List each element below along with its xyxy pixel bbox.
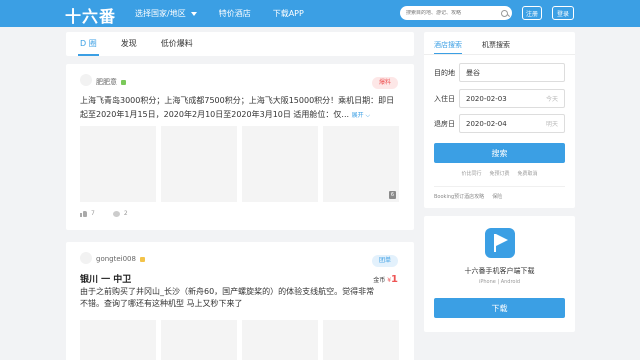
post-author[interactable]: gongtei008 — [96, 255, 145, 263]
avatar[interactable] — [80, 252, 92, 264]
post-title[interactable]: 银川 一 中卫 — [80, 272, 131, 285]
post-author-name: 肥肥意 — [96, 78, 117, 86]
thumbs-up-icon[interactable] — [80, 210, 87, 217]
register-button[interactable]: 注册 — [522, 6, 542, 20]
post-author[interactable]: 肥肥意 — [96, 77, 126, 87]
hotel-guide-links: Booking预订酒店攻略 保险 — [434, 193, 502, 200]
expand-link[interactable]: 展开 ⌵ — [352, 112, 370, 119]
post-images: 6 — [80, 126, 399, 202]
tab-flight-search[interactable]: 机票搜索 — [482, 36, 510, 54]
checkout-day: 明天 — [545, 121, 558, 128]
site-logo[interactable]: 十六番 — [65, 3, 116, 27]
main-nav: 选择国家/地区 特价酒店 下载APP — [135, 8, 326, 19]
expand-label: 展开 — [351, 112, 364, 119]
post-image[interactable] — [161, 126, 237, 202]
checkout-label: 退房日 — [434, 119, 455, 128]
search-box — [400, 6, 512, 20]
image-count-badge: 6 — [388, 191, 396, 199]
post-image[interactable]: 6 — [323, 126, 399, 202]
post-image[interactable] — [323, 320, 399, 360]
post-text[interactable]: 由于之前购买了井冈山_长沙（新舟60，国产螺旋桨的）的体验支线航空。觉得非常不错… — [80, 286, 380, 310]
post-badge: 团单 — [371, 255, 398, 267]
nav-special-hotels[interactable]: 特价酒店 — [219, 8, 251, 19]
post-content[interactable]: 上海飞青岛3000积分；上海飞成都7500积分；上海飞大阪15000积分！乘机日… — [80, 94, 402, 123]
nav-select-region[interactable]: 选择国家/地区 — [135, 8, 197, 19]
post-image[interactable] — [80, 126, 156, 202]
app-flag-icon — [485, 228, 515, 258]
nav-download-app[interactable]: 下载APP — [273, 8, 304, 19]
insurance-link[interactable]: 保险 — [492, 193, 502, 200]
hotel-search-button[interactable]: 搜索 — [434, 143, 565, 163]
level-icon — [121, 79, 126, 85]
search-icon[interactable] — [501, 9, 508, 17]
chevron-down-icon — [190, 11, 197, 16]
comment-icon[interactable] — [112, 210, 120, 217]
checkin-date-field[interactable]: 2020-02-03 今天 — [459, 89, 565, 108]
post-images — [80, 320, 399, 360]
tab-discover[interactable]: 发现 — [121, 32, 137, 56]
app-title: 十六番手机客户端下载 — [464, 267, 535, 275]
checkin-value: 2020-02-03 — [466, 94, 507, 103]
nav-download-app-label: 下载APP — [272, 9, 304, 18]
post-price: 金币 ¥1 — [373, 274, 398, 285]
search-type-tabs: 酒店搜索 机票搜索 — [434, 36, 530, 54]
feed-post[interactable]: gongtei008 团单 银川 一 中卫 金币 ¥1 由于之前购买了井冈山_长… — [66, 242, 414, 360]
post-text: 上海飞青岛3000积分；上海飞成都7500积分；上海飞大阪15000积分！乘机日… — [80, 96, 395, 119]
comment-count: 2 — [123, 210, 128, 217]
tab-hotel-search[interactable]: 酒店搜索 — [434, 36, 462, 54]
benefit-link[interactable]: 免预订费 — [489, 170, 509, 177]
app-download-card: 十六番手机客户端下载 iPhone | Android 下载 — [424, 216, 575, 332]
post-badge: 爆料 — [371, 77, 398, 89]
post-author-name: gongtei008 — [96, 255, 136, 263]
post-image[interactable] — [161, 320, 237, 360]
checkout-value: 2020-02-04 — [466, 119, 507, 128]
checkout-date-field[interactable]: 2020-02-04 明天 — [459, 114, 565, 133]
nav-select-region-label: 选择国家/地区 — [135, 9, 186, 18]
post-image[interactable] — [242, 126, 318, 202]
download-button[interactable]: 下载 — [434, 298, 565, 318]
nav-special-hotels-label: 特价酒店 — [218, 9, 251, 18]
feed-tabs: D 圈 发现 低价爆料 — [66, 32, 414, 56]
checkin-label: 入住日 — [434, 94, 455, 103]
level-icon — [139, 256, 145, 262]
destination-label: 目的地 — [434, 68, 455, 77]
benefit-link[interactable]: 价比同行 — [461, 170, 481, 177]
feed-post[interactable]: 肥肥意 爆料 上海飞青岛3000积分；上海飞成都7500积分；上海飞大阪1500… — [66, 64, 414, 230]
tab-low-price-deals[interactable]: 低价爆料 — [161, 32, 193, 56]
destination-field[interactable]: 曼谷 — [459, 63, 565, 82]
search-input[interactable] — [406, 10, 496, 16]
divider — [434, 186, 565, 187]
price-value: 1 — [391, 274, 398, 285]
benefit-link[interactable]: 免费取消 — [518, 170, 538, 177]
login-button[interactable]: 登录 — [552, 6, 574, 20]
tab-d-circle[interactable]: D 圈 — [78, 32, 99, 56]
top-header: 十六番 选择国家/地区 特价酒店 下载APP 注册 登录 — [0, 0, 640, 27]
hotel-search-card: 酒店搜索 机票搜索 目的地 曼谷 入住日 2020-02-03 今天 退房日 2… — [424, 32, 575, 208]
like-count: 7 — [91, 210, 95, 217]
post-image[interactable] — [80, 320, 156, 360]
destination-row: 目的地 曼谷 — [434, 63, 565, 82]
destination-value: 曼谷 — [466, 68, 480, 77]
avatar[interactable] — [80, 74, 92, 86]
app-platforms: iPhone | Android — [478, 279, 521, 285]
post-stats: 7 2 — [80, 210, 128, 217]
checkin-row: 入住日 2020-02-03 今天 — [434, 89, 565, 108]
hotel-benefits: 价比同行 免预订费 免费取消 — [424, 170, 575, 177]
price-prefix: 金币 — [373, 277, 386, 284]
checkin-day: 今天 — [545, 96, 558, 103]
checkout-row: 退房日 2020-02-04 明天 — [434, 114, 565, 133]
post-image[interactable] — [242, 320, 318, 360]
divider — [424, 54, 575, 55]
booking-guide-link[interactable]: Booking预订酒店攻略 — [434, 193, 484, 200]
